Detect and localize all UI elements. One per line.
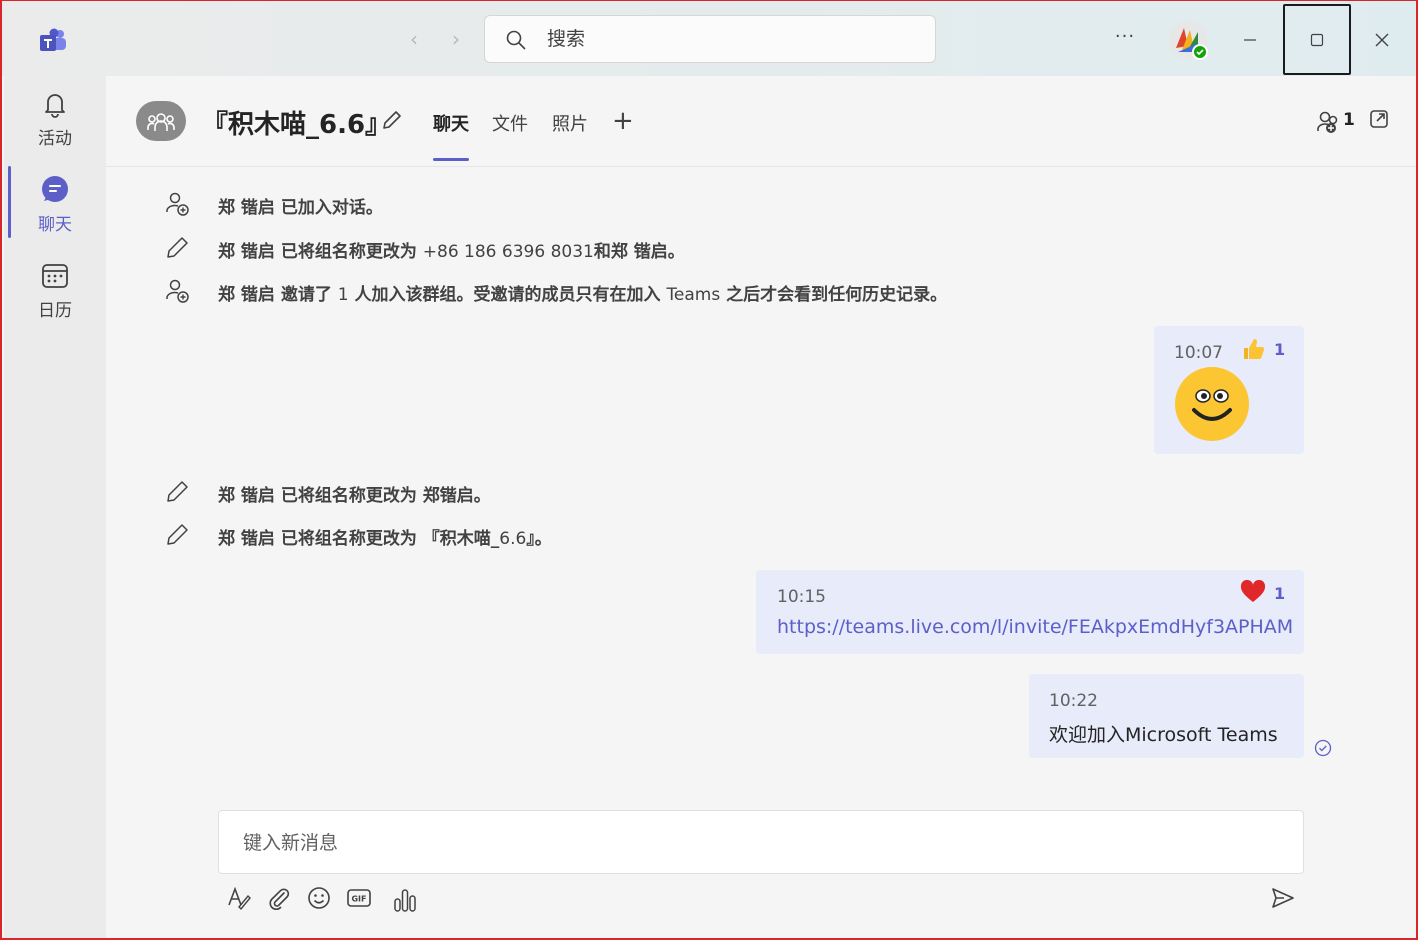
teams-logo-icon[interactable]: [38, 28, 68, 54]
system-suffix: 和郑 锴启。: [593, 242, 685, 262]
system-suffix: 人加入该群组。受邀请的成员只有在加入: [348, 285, 667, 305]
add-tab-button[interactable]: +: [612, 106, 634, 136]
system-action: 已将组名称更改为: [280, 242, 423, 262]
system-message-text: 郑 锴启 已将组名称更改为 +86 186 6396 8031和郑 锴启。: [218, 237, 685, 262]
message-bubble[interactable]: 10:07 1: [1154, 326, 1304, 454]
message-bubble[interactable]: 10:15 1 https://teams.live.com/l/invite/…: [756, 570, 1304, 654]
search-input[interactable]: [547, 24, 917, 54]
rail-item-activity[interactable]: 活动: [4, 88, 106, 168]
group-icon: [147, 113, 175, 131]
maximize-icon: [1310, 33, 1324, 46]
popout-icon[interactable]: [1368, 108, 1390, 130]
close-button[interactable]: [1348, 4, 1416, 75]
system-suffix: 』。: [526, 529, 552, 549]
system-message-text: 郑 锴启 邀请了 1 人加入该群组。受邀请的成员只有在加入 Teams 之后才会…: [218, 280, 947, 305]
message-time: 10:22: [1049, 691, 1098, 711]
message-text: 欢迎加入Microsoft Teams: [1049, 724, 1278, 746]
rail-label-calendar: 日历: [38, 301, 72, 321]
attach-icon[interactable]: [266, 885, 292, 911]
rail-item-chat[interactable]: 聊天: [4, 174, 106, 254]
chat-header: 『积木喵_6.6』 聊天 文件 照片 + 1: [106, 76, 1416, 167]
more-options-button[interactable]: ···: [1110, 26, 1140, 52]
format-icon[interactable]: [226, 885, 252, 911]
invite-link[interactable]: https://teams.live.com/l/invite/FEAkpxEm…: [777, 616, 1293, 638]
title-bar: ‹ › ···: [0, 0, 1418, 76]
group-avatar[interactable]: [136, 101, 186, 141]
pencil-icon: [167, 524, 188, 545]
send-icon[interactable]: [1270, 885, 1296, 911]
seen-check-icon: [1314, 739, 1332, 757]
gif-icon[interactable]: GIF: [346, 885, 372, 911]
edit-title-pencil-icon[interactable]: [380, 108, 404, 132]
system-detail: 6.6: [499, 529, 527, 549]
chat-icon: [42, 176, 68, 202]
system-suffix: 之后才会看到任何历史记录。: [720, 285, 948, 305]
minimize-icon: [1244, 38, 1256, 41]
actor-name: 郑 锴启: [218, 285, 275, 305]
rail-label-chat: 聊天: [38, 215, 72, 235]
system-message-text: 郑 锴启 已将组名称更改为 『积木喵_6.6』。: [218, 524, 552, 549]
system-action: 已将组名称更改为 郑锴启。: [280, 486, 491, 506]
rail-item-calendar[interactable]: 日历: [4, 260, 106, 340]
actor-name: 郑 锴启: [218, 486, 275, 506]
search-icon: [506, 30, 526, 50]
heart-icon[interactable]: [1240, 580, 1266, 604]
system-detail: +86 186 6396 8031: [422, 242, 594, 262]
tab-photos[interactable]: 照片: [552, 110, 588, 136]
person-add-icon: [166, 279, 189, 303]
maximize-button[interactable]: [1283, 4, 1351, 75]
search-box[interactable]: [484, 15, 936, 63]
person-add-icon: [166, 192, 189, 216]
system-detail: Teams: [666, 285, 721, 305]
svg-text:GIF: GIF: [351, 895, 366, 904]
rail-label-activity: 活动: [38, 129, 72, 149]
system-message-text: 郑 锴启 已加入对话。: [218, 193, 383, 218]
actor-name: 郑 锴启: [218, 198, 275, 218]
compose-box[interactable]: [218, 810, 1304, 874]
actor-name: 郑 锴启: [218, 529, 275, 549]
minimize-button[interactable]: [1216, 4, 1284, 75]
system-action: 邀请了: [280, 285, 338, 305]
close-icon: [1375, 33, 1389, 46]
pencil-icon: [167, 481, 188, 502]
system-detail: 1: [337, 285, 349, 305]
forward-arrow-icon[interactable]: ›: [446, 28, 466, 50]
back-arrow-icon[interactable]: ‹: [404, 28, 424, 50]
app-rail: 活动 聊天 日历: [4, 76, 106, 938]
system-action: 已将组名称更改为 『积木喵_: [280, 529, 500, 549]
emoji-icon[interactable]: [306, 885, 332, 911]
participant-count[interactable]: 1: [1343, 110, 1355, 130]
bell-icon: [45, 94, 65, 118]
pencil-icon: [167, 237, 188, 258]
message-time: 10:15: [777, 587, 826, 607]
tab-chat[interactable]: 聊天: [433, 110, 469, 136]
message-input[interactable]: [243, 827, 1243, 859]
system-action: 已加入对话。: [280, 198, 383, 218]
reaction-count[interactable]: 1: [1274, 340, 1285, 359]
tab-active-underline: [433, 158, 469, 161]
system-message-text: 郑 锴启 已将组名称更改为 郑锴启。: [218, 481, 491, 506]
reaction-count[interactable]: 1: [1274, 584, 1285, 603]
poll-icon[interactable]: [392, 887, 418, 913]
profile-avatar[interactable]: [1168, 20, 1208, 60]
smiley-emoji-icon: [1175, 367, 1249, 441]
thumbs-up-icon[interactable]: [1240, 336, 1266, 362]
calendar-icon: [42, 264, 68, 288]
chat-title: 『积木喵_6.6』: [202, 110, 392, 140]
message-time: 10:07: [1174, 343, 1223, 363]
message-bubble[interactable]: 10:22 欢迎加入Microsoft Teams: [1029, 674, 1304, 758]
tab-files[interactable]: 文件: [492, 110, 528, 136]
actor-name: 郑 锴启: [218, 242, 275, 262]
